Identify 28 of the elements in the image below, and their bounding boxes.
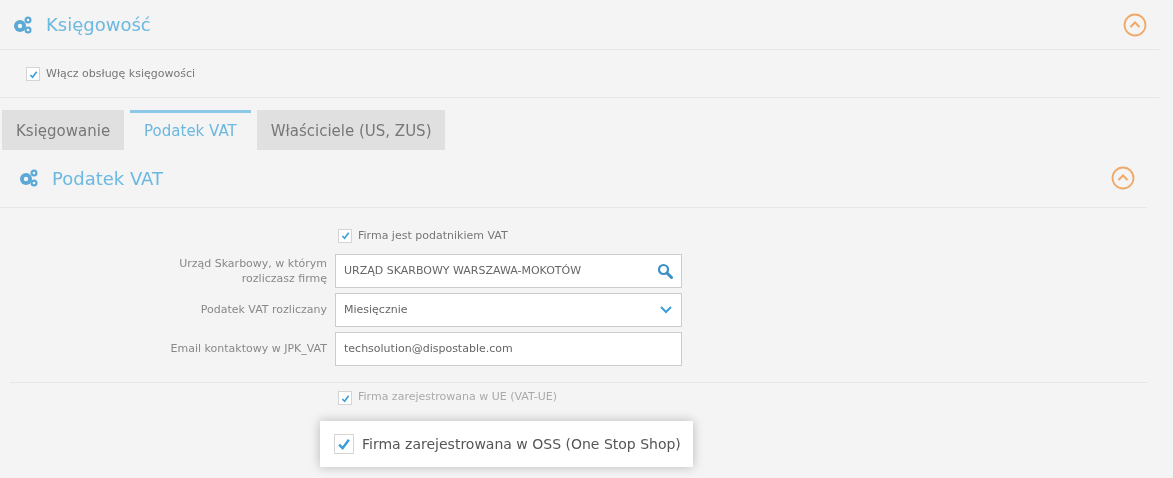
section-title: Podatek VAT: [52, 166, 164, 191]
checkbox[interactable]: [334, 434, 354, 454]
checkbox-label: Firma zarejestrowana w OSS (One Stop Shop): [362, 434, 681, 454]
collapse-button[interactable]: [1111, 166, 1135, 190]
checkbox-label: Firma zarejestrowana w UE (VAT-UE): [358, 391, 557, 403]
checkbox-label: Firma jest podatnikiem VAT: [358, 227, 508, 244]
search-field[interactable]: URZĄD SKARBOWY WARSZAWA-MOKOTÓW: [335, 254, 682, 288]
tab[interactable]: Właściciele (US, ZUS): [256, 109, 446, 150]
collapse-button[interactable]: [1123, 12, 1147, 37]
email-field[interactable]: techsolution@dispostable.com: [335, 332, 682, 366]
checkmark-icon: [340, 393, 350, 403]
field-label: Email kontaktowy w JPK_VAT: [169, 341, 327, 357]
checkbox[interactable]: [338, 228, 352, 243]
dropdown-field[interactable]: Miesięcznie: [335, 293, 682, 327]
field-label: Urząd Skarbowy, w którym rozliczasz firmę: [178, 255, 327, 287]
checkmark-icon: [340, 231, 350, 241]
field-label: Podatek VAT rozliczany: [199, 302, 327, 318]
checkmark-icon: [28, 69, 38, 79]
tab[interactable]: Księgowanie: [2, 109, 125, 150]
gears-icon: [12, 14, 34, 35]
checkbox[interactable]: [338, 391, 352, 405]
search-icon: [657, 263, 673, 279]
checkmark-icon: [337, 437, 351, 451]
chevron-down-icon: [659, 305, 673, 315]
checkbox-label: Włącz obsługę księgowości: [46, 66, 196, 82]
section-title: Księgowość: [46, 13, 151, 37]
checkbox[interactable]: [26, 67, 40, 82]
gears-icon: [18, 168, 40, 188]
